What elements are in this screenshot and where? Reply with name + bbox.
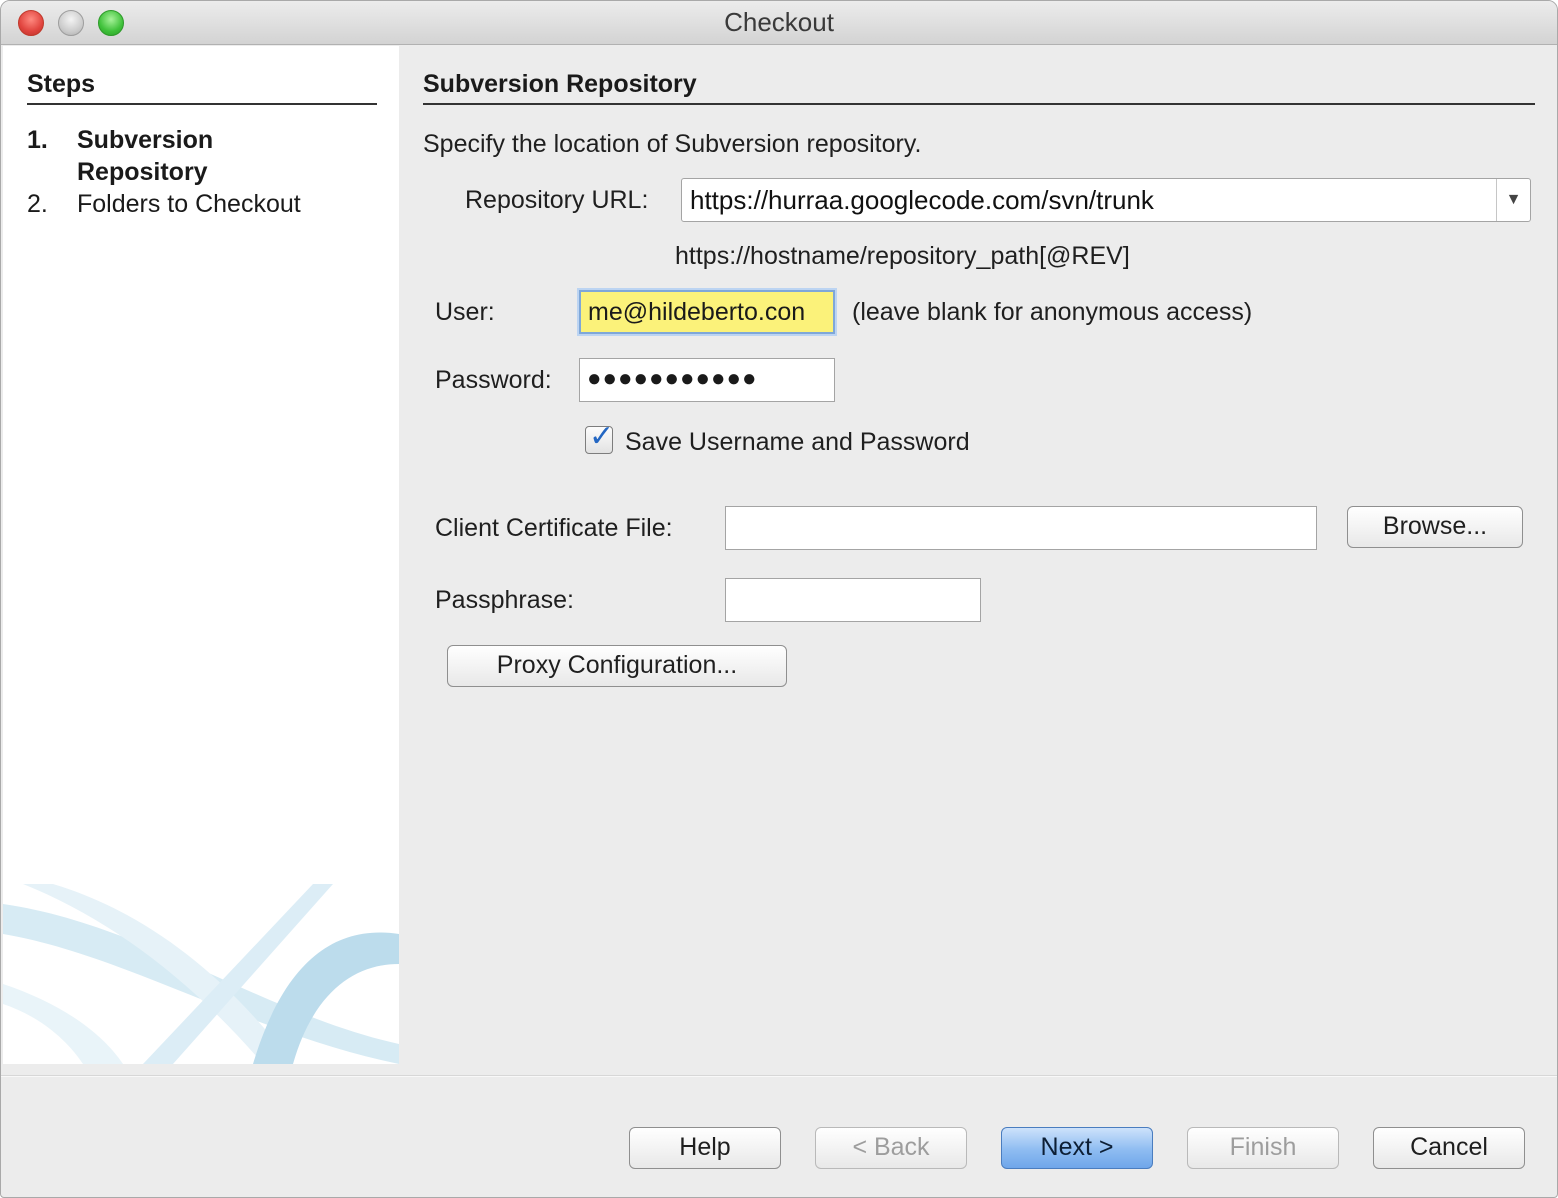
save-credentials-label[interactable]: Save Username and Password — [625, 428, 970, 457]
step-label-line1: Subversion — [77, 126, 214, 154]
step-label: Folders to Checkout — [77, 190, 301, 218]
proxy-configuration-button[interactable]: Proxy Configuration... — [447, 645, 787, 687]
passphrase-label: Passphrase: — [435, 586, 574, 614]
steps-heading: Steps — [27, 70, 377, 105]
checkout-dialog: Checkout Steps 1. Subversion Repository 2.… — [0, 0, 1558, 1198]
step-item-folders-to-checkout: 2. Folders to Checkout — [27, 188, 301, 220]
finish-button[interactable]: Finish — [1187, 1127, 1339, 1169]
steps-panel: Steps 1. Subversion Repository 2. Folders t… — [3, 46, 399, 1064]
repository-url-hint: https://hostname/repository_path[@REV] — [675, 242, 1130, 270]
step-item-subversion-repository: 1. Subversion Repository — [27, 124, 213, 188]
help-button[interactable]: Help — [629, 1127, 781, 1169]
save-credentials-checkbox[interactable]: ✓ — [585, 420, 614, 454]
user-input[interactable]: me@hildeberto.con — [579, 290, 835, 334]
back-button[interactable]: < Back — [815, 1127, 967, 1169]
checkmark-icon: ✓ — [589, 420, 615, 453]
cancel-button[interactable]: Cancel — [1373, 1127, 1525, 1169]
title-bar: Checkout — [1, 1, 1557, 45]
repository-url-combobox[interactable]: https://hurraa.googlecode.com/svn/trunk … — [681, 178, 1531, 222]
section-heading: Subversion Repository — [423, 70, 1535, 105]
main-content: Subversion Repository Specify the locati… — [399, 46, 1557, 1076]
description-text: Specify the location of Subversion repos… — [423, 130, 922, 158]
password-input[interactable]: ●●●●●●●●●●● — [579, 358, 835, 402]
repository-url-value[interactable]: https://hurraa.googlecode.com/svn/trunk — [690, 185, 1154, 216]
client-certificate-input[interactable] — [725, 506, 1317, 550]
footer-divider — [1, 1075, 1557, 1077]
decorative-swoosh-image — [3, 884, 399, 1064]
user-label: User: — [435, 298, 495, 326]
step-label-line2: Repository — [77, 158, 208, 186]
client-certificate-label: Client Certificate File: — [435, 514, 673, 542]
password-label: Password: — [435, 366, 552, 394]
repository-url-label: Repository URL: — [465, 186, 649, 214]
window-title: Checkout — [724, 7, 834, 37]
step-number: 2. — [27, 190, 48, 218]
dropdown-arrow-icon[interactable]: ▼ — [1496, 179, 1530, 221]
passphrase-input[interactable] — [725, 578, 981, 622]
next-button[interactable]: Next > — [1001, 1127, 1153, 1169]
user-hint: (leave blank for anonymous access) — [852, 298, 1253, 326]
step-number: 1. — [27, 126, 48, 154]
browse-button[interactable]: Browse... — [1347, 506, 1523, 548]
